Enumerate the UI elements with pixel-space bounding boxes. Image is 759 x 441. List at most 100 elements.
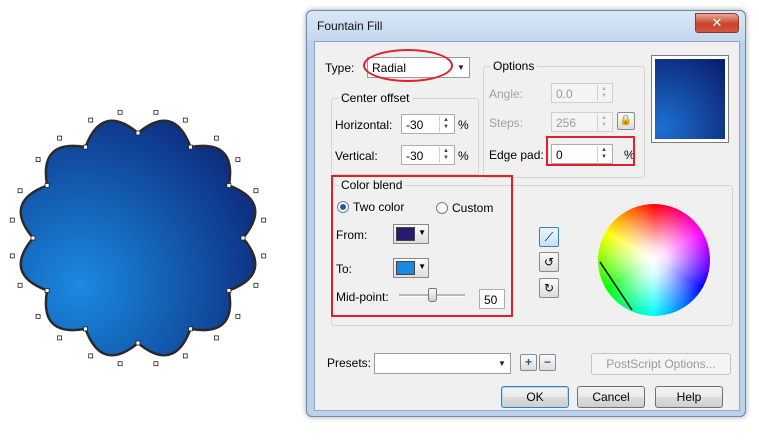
angle-value: 0.0 [556, 87, 573, 101]
shape-node[interactable] [153, 110, 159, 115]
angle-spinner[interactable]: ▲ ▼ [597, 85, 611, 101]
shape-node[interactable] [226, 183, 232, 188]
vertical-spinner[interactable]: ▲ ▼ [439, 147, 453, 163]
shape-node[interactable] [261, 217, 267, 223]
shape-node[interactable] [253, 282, 259, 288]
presets-select[interactable]: ▼ [374, 353, 511, 374]
postscript-options-button[interactable]: PostScript Options... [591, 353, 731, 375]
shape-node[interactable] [117, 110, 123, 115]
shape-node[interactable] [235, 313, 241, 319]
lock-icon: 🔒 [619, 115, 633, 126]
steps-label: Steps: [489, 116, 524, 130]
from-color-picker[interactable]: ▼ [393, 224, 429, 244]
spin-down-icon[interactable]: ▼ [601, 122, 607, 128]
lock-steps-button[interactable]: 🔒 [617, 112, 635, 130]
shape-node[interactable] [153, 361, 159, 367]
shape-node[interactable] [213, 335, 219, 341]
cancel-button[interactable]: Cancel [577, 386, 645, 408]
edge-pad-highlight [546, 136, 635, 166]
vertical-input[interactable]: -30 ▲ ▼ [401, 145, 455, 165]
shape-node[interactable] [182, 353, 188, 359]
steps-spinner[interactable]: ▲ ▼ [597, 114, 611, 130]
spin-up-icon[interactable]: ▲ [601, 86, 607, 92]
vertical-unit: % [458, 149, 469, 163]
spin-down-icon[interactable]: ▼ [443, 155, 449, 161]
shape-node[interactable] [83, 326, 88, 332]
shape-node[interactable] [44, 288, 50, 293]
custom-label: Custom [452, 201, 494, 215]
shape-node[interactable] [182, 117, 188, 123]
to-color-swatch [396, 261, 415, 275]
spin-up-icon[interactable]: ▲ [443, 148, 449, 154]
steps-value: 256 [556, 116, 577, 130]
shape-node[interactable] [88, 353, 94, 359]
options-title: Options [490, 59, 538, 73]
rotate-cw-icon: ↻ [543, 281, 555, 295]
scalloped-star-path[interactable] [19, 119, 257, 357]
type-highlight [363, 49, 453, 82]
spin-up-icon[interactable]: ▲ [601, 115, 607, 121]
canvas-shape[interactable] [0, 110, 280, 380]
shape-node[interactable] [30, 235, 36, 241]
plus-icon: + [524, 355, 532, 369]
help-button[interactable]: Help [655, 386, 723, 408]
steps-input[interactable]: 256 ▲ ▼ [551, 112, 613, 132]
add-preset-button[interactable]: + [520, 354, 537, 371]
shape-node[interactable] [226, 288, 232, 293]
vertical-value: -30 [406, 149, 424, 163]
shape-node[interactable] [117, 361, 123, 367]
shape-node[interactable] [44, 183, 50, 188]
shape-node[interactable] [17, 188, 23, 194]
chevron-down-icon: ▼ [418, 262, 426, 271]
two-color-radio[interactable] [337, 201, 349, 213]
title-bar[interactable]: Fountain Fill ✕ [307, 11, 745, 41]
shape-node[interactable] [240, 235, 246, 241]
shape-node[interactable] [57, 135, 62, 141]
shape-node[interactable] [261, 253, 267, 259]
center-offset-title: Center offset [338, 91, 413, 105]
direct-blend-button[interactable]: ⟋ [539, 227, 559, 247]
midpoint-value: 50 [484, 293, 498, 307]
minus-icon: − [543, 355, 551, 369]
shape-node[interactable] [35, 313, 41, 319]
counterclockwise-blend-button[interactable]: ↺ [539, 252, 559, 272]
horizontal-value: -30 [406, 118, 424, 132]
spin-up-icon[interactable]: ▲ [443, 117, 449, 123]
chevron-down-icon: ▼ [418, 228, 426, 237]
custom-radio[interactable] [436, 202, 448, 214]
to-color-picker[interactable]: ▼ [393, 258, 429, 278]
shape-node[interactable] [9, 217, 15, 223]
ok-button[interactable]: OK [501, 386, 569, 408]
fill-preview [651, 55, 729, 143]
angle-input[interactable]: 0.0 ▲ ▼ [551, 83, 613, 103]
fountain-fill-dialog: Fountain Fill ✕ Type: Radial ▼ Center of… [306, 10, 746, 417]
from-color-swatch [396, 227, 415, 241]
shape-node[interactable] [235, 157, 241, 162]
shape-node[interactable] [83, 144, 88, 150]
shape-node[interactable] [9, 253, 15, 259]
midpoint-input[interactable]: 50 [479, 289, 505, 309]
slider-thumb[interactable] [428, 288, 437, 302]
clockwise-blend-button[interactable]: ↻ [539, 278, 559, 298]
shape-node[interactable] [135, 340, 141, 346]
shape-node[interactable] [88, 117, 94, 123]
remove-preset-button[interactable]: − [539, 354, 556, 371]
shape-node[interactable] [188, 326, 193, 332]
horizontal-input[interactable]: -30 ▲ ▼ [401, 114, 455, 134]
shape-node[interactable] [135, 130, 141, 136]
midpoint-slider[interactable] [397, 287, 467, 303]
spin-down-icon[interactable]: ▼ [443, 124, 449, 130]
horizontal-label: Horizontal: [335, 118, 393, 132]
shape-node[interactable] [57, 335, 62, 341]
shape-node[interactable] [188, 144, 193, 150]
chevron-down-icon: ▼ [498, 359, 506, 368]
shape-node[interactable] [213, 135, 219, 141]
color-wheel[interactable] [598, 204, 710, 316]
shape-node[interactable] [253, 188, 259, 194]
shape-node[interactable] [17, 282, 23, 288]
shape-node[interactable] [35, 157, 41, 162]
presets-label: Presets: [327, 356, 372, 370]
close-button[interactable]: ✕ [695, 13, 739, 33]
horizontal-spinner[interactable]: ▲ ▼ [439, 116, 453, 132]
spin-down-icon[interactable]: ▼ [601, 93, 607, 99]
